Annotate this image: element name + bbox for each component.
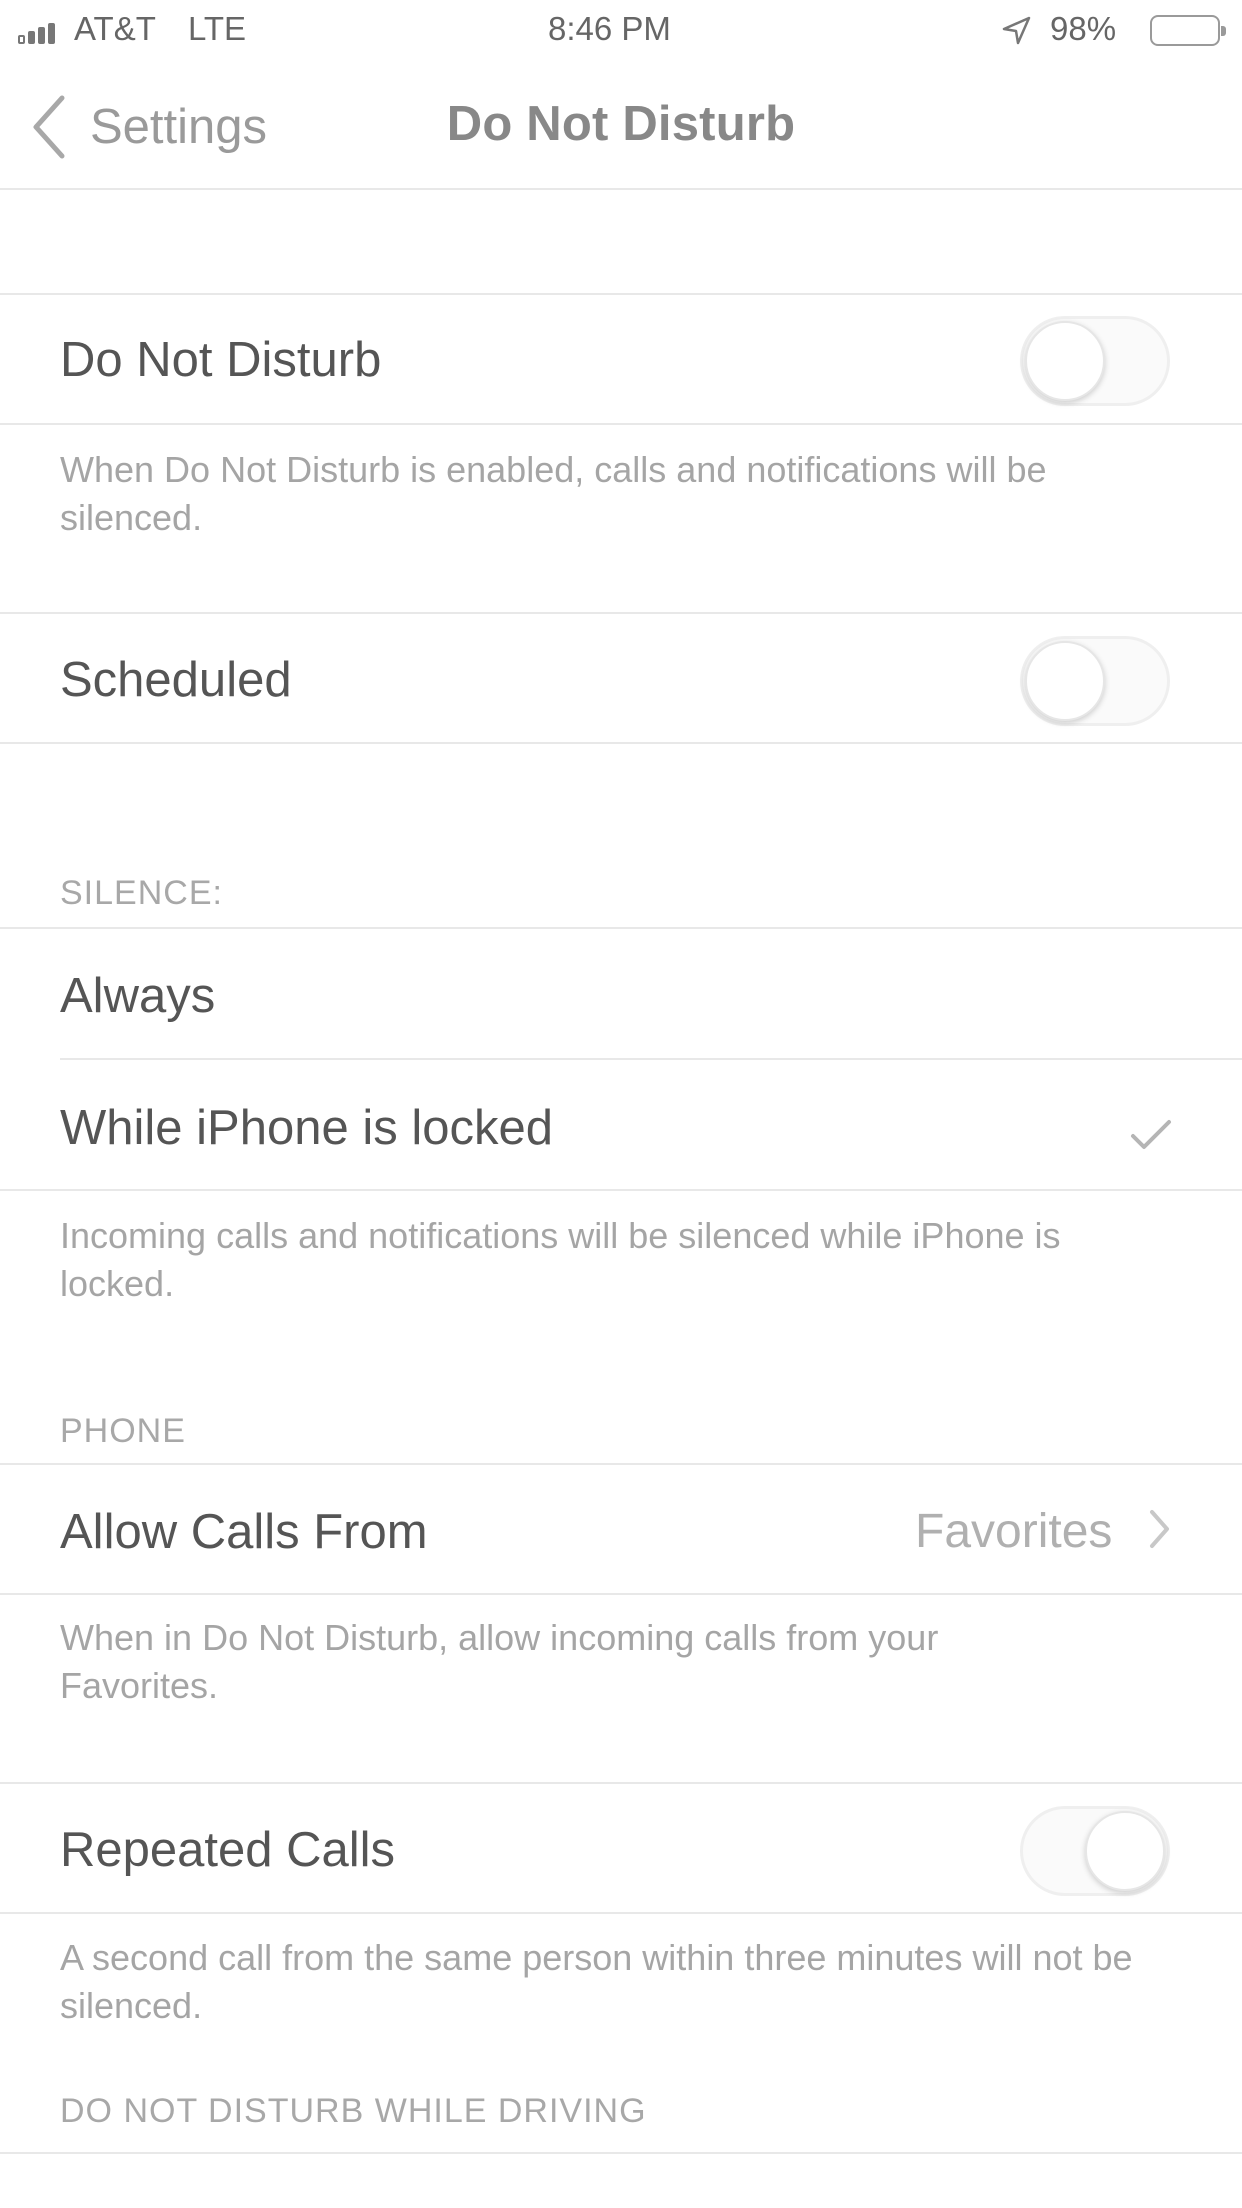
divider xyxy=(0,188,1242,190)
dnd-label: Do Not Disturb xyxy=(60,333,382,387)
network-label: LTE xyxy=(188,10,247,47)
divider xyxy=(0,1463,1242,1465)
allow-calls-value: Favorites xyxy=(915,1505,1113,1558)
page-title: Do Not Disturb xyxy=(446,97,796,151)
divider xyxy=(0,293,1242,295)
scheduled-label: Scheduled xyxy=(60,653,292,707)
repeated-calls-label: Repeated Calls xyxy=(60,1823,396,1877)
dnd-toggle[interactable] xyxy=(1020,316,1170,406)
scheduled-toggle[interactable] xyxy=(1020,636,1170,726)
silence-section-header: SILENCE: xyxy=(60,874,223,912)
driving-section-header: DO NOT DISTURB WHILE DRIVING xyxy=(60,2092,647,2130)
repeated-calls-toggle[interactable] xyxy=(1020,1806,1170,1896)
silence-footer: Incoming calls and notifications will be… xyxy=(60,1215,1061,1304)
phone-section-header: PHONE xyxy=(60,1412,186,1450)
option-label: While iPhone is locked xyxy=(60,1101,553,1155)
toggle-knob xyxy=(1025,321,1105,401)
battery-icon xyxy=(1150,15,1226,46)
divider xyxy=(0,612,1242,614)
checkmark-icon xyxy=(1131,1120,1171,1149)
divider xyxy=(0,1782,1242,1784)
divider xyxy=(0,2152,1242,2154)
divider xyxy=(60,1058,1242,1060)
repeated-calls-footer: A second call from the same person withi… xyxy=(60,1937,1133,2026)
option-label: Always xyxy=(60,969,216,1023)
divider xyxy=(0,1189,1242,1191)
dnd-footer: When Do Not Disturb is enabled, calls an… xyxy=(60,449,1047,538)
toggle-knob xyxy=(1085,1811,1165,1891)
signal-icon xyxy=(18,22,66,44)
allow-calls-footer: When in Do Not Disturb, allow incoming c… xyxy=(60,1617,939,1706)
allow-calls-label: Allow Calls From xyxy=(60,1505,428,1559)
divider xyxy=(0,1593,1242,1595)
clock: 8:46 PM xyxy=(548,10,671,47)
carrier-label: AT&T xyxy=(74,10,156,47)
divider xyxy=(0,1912,1242,1914)
toggle-knob xyxy=(1025,641,1105,721)
divider xyxy=(0,742,1242,744)
location-arrow-icon xyxy=(1002,16,1031,45)
battery-percent: 98% xyxy=(1050,10,1117,47)
chevron-right-icon xyxy=(1150,1510,1169,1548)
divider xyxy=(0,927,1242,929)
divider xyxy=(0,423,1242,425)
